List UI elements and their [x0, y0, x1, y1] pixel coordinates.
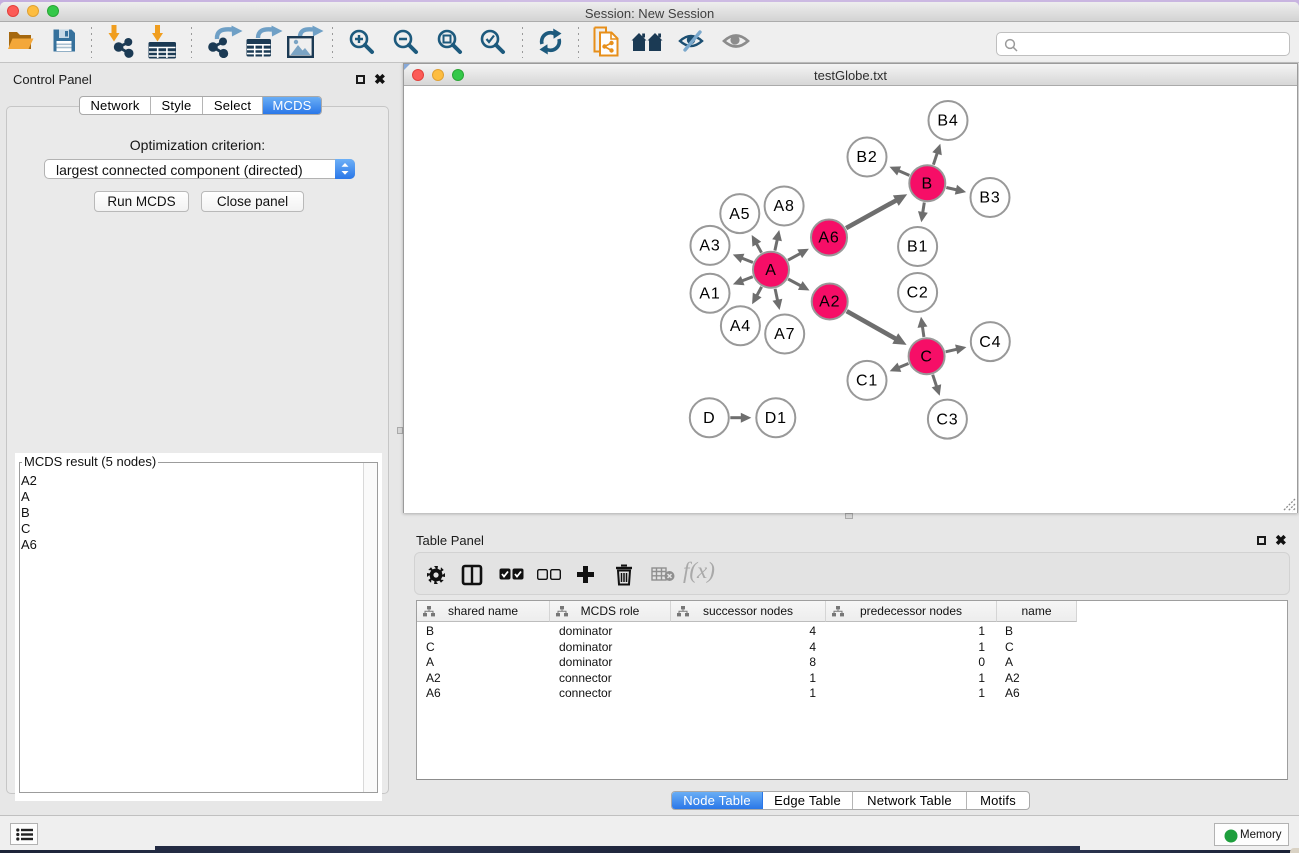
- svg-text:C: C: [920, 348, 932, 365]
- svg-text:A7: A7: [774, 326, 795, 343]
- svg-text:B2: B2: [856, 149, 877, 166]
- svg-text:A1: A1: [699, 285, 720, 302]
- svg-text:B1: B1: [907, 239, 928, 256]
- svg-text:A6: A6: [818, 230, 839, 247]
- svg-text:A: A: [765, 262, 776, 279]
- svg-text:A2: A2: [819, 294, 840, 311]
- svg-text:B4: B4: [937, 113, 958, 130]
- svg-text:A8: A8: [774, 198, 795, 215]
- svg-text:D1: D1: [765, 410, 787, 427]
- svg-text:C1: C1: [856, 373, 878, 390]
- svg-text:A5: A5: [729, 206, 750, 223]
- svg-text:C2: C2: [907, 285, 929, 302]
- svg-text:C3: C3: [936, 411, 958, 428]
- svg-text:B: B: [922, 175, 933, 192]
- svg-text:A4: A4: [730, 318, 751, 335]
- svg-text:C4: C4: [979, 334, 1001, 351]
- svg-text:D: D: [703, 410, 715, 427]
- svg-text:A3: A3: [699, 238, 720, 255]
- svg-text:B3: B3: [979, 190, 1000, 207]
